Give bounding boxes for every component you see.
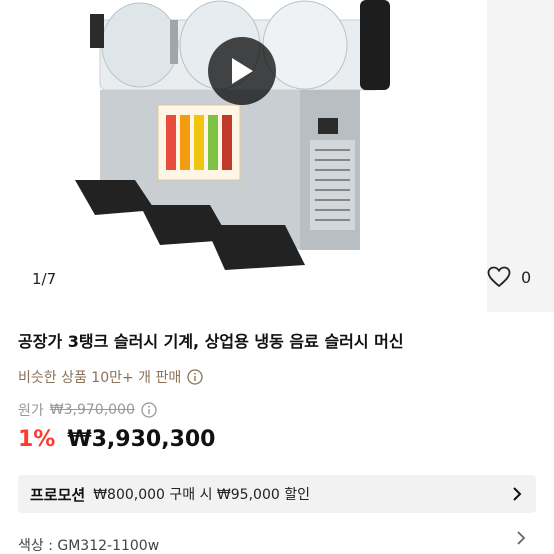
promotion-badge: 프로모션 xyxy=(30,485,86,504)
original-price-row: 원가 ₩3,970,000 xyxy=(18,400,157,420)
promotion-text: ₩800,000 구매 시 ₩95,000 할인 xyxy=(93,487,310,503)
image-counter: 1/7 xyxy=(32,270,57,288)
option-selector[interactable]: 색상 : GM312-1100w xyxy=(18,535,159,554)
play-icon xyxy=(232,58,253,84)
promotion-banner[interactable]: 프로모션 ₩800,000 구매 시 ₩95,000 할인 xyxy=(18,475,536,513)
original-price-label: 원가 xyxy=(18,403,44,419)
product-image-gallery[interactable]: 1/7 0 xyxy=(0,0,554,312)
similar-sold-info: 비슷한 상품 10만+ 개 판매 xyxy=(18,367,203,387)
price-row: 1% ₩3,930,300 xyxy=(18,427,216,452)
discount-rate: 1% xyxy=(18,427,56,452)
original-price: ₩3,970,000 xyxy=(49,402,135,418)
chevron-right-icon xyxy=(513,487,522,501)
heart-outline-icon xyxy=(487,266,511,288)
info-icon[interactable] xyxy=(141,402,157,418)
product-title: 공장가 3탱크 슬러시 기계, 상업용 냉동 음료 슬러시 머신 xyxy=(18,332,404,351)
similar-sold-text: 비슷한 상품 10만+ 개 판매 xyxy=(18,370,182,386)
like-button[interactable]: 0 xyxy=(487,266,531,288)
sale-price: ₩3,930,300 xyxy=(67,427,216,452)
info-icon[interactable] xyxy=(187,369,203,385)
video-play-button[interactable] xyxy=(208,37,276,105)
chevron-right-icon[interactable] xyxy=(516,530,526,546)
like-count: 0 xyxy=(521,267,532,287)
